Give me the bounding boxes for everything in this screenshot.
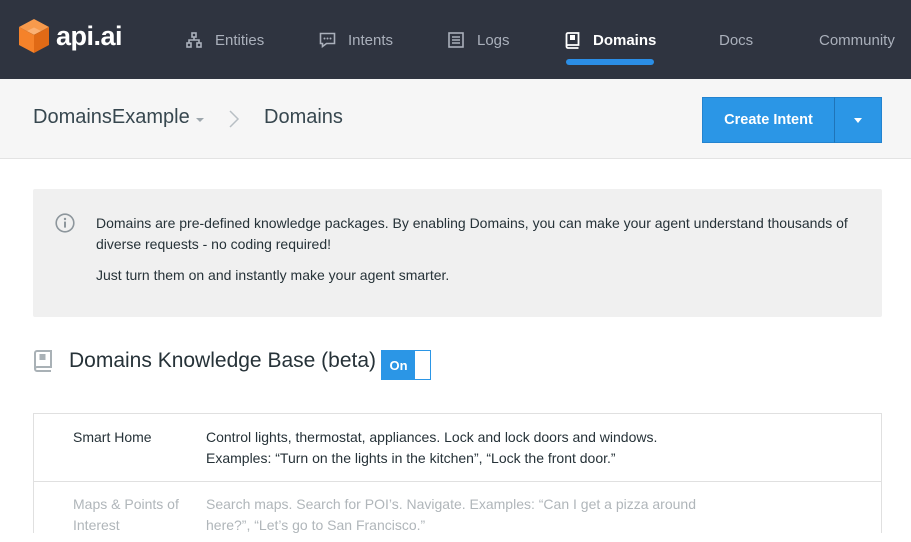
- page-title: Domains: [264, 106, 343, 128]
- active-tab-indicator: [566, 59, 654, 65]
- nav-label-logs: Logs: [477, 31, 510, 49]
- brand-name: api.ai: [56, 20, 123, 51]
- nav-label-entities: Entities: [215, 31, 265, 49]
- top-navbar: api.ai Entities Intents Logs Domains Doc…: [0, 0, 911, 79]
- nav-label-intents: Intents: [348, 31, 394, 49]
- domain-description-line: Control lights, thermostat, appliances. …: [206, 429, 658, 445]
- entities-icon: [185, 31, 203, 49]
- create-intent-dropdown-button[interactable]: [834, 97, 882, 143]
- info-text: Domains are pre-defined knowledge packag…: [96, 215, 848, 252]
- info-subtext: Just turn them on and instantly make you…: [96, 267, 450, 283]
- info-banner: Domains are pre-defined knowledge packag…: [33, 189, 882, 317]
- logs-icon: [447, 31, 465, 49]
- nav-item-logs[interactable]: Logs: [447, 28, 510, 52]
- domain-description: Control lights, thermostat, appliances. …: [206, 427, 846, 469]
- nav-label-community: Community: [819, 31, 895, 49]
- nav-item-docs[interactable]: Docs: [719, 28, 753, 52]
- book-icon: [563, 31, 581, 49]
- table-row[interactable]: Maps & Points of Interest Search maps. S…: [34, 482, 881, 542]
- nav-item-domains[interactable]: Domains: [563, 28, 656, 52]
- domain-description: Search maps. Search for POI’s. Navigate.…: [206, 496, 696, 533]
- cube-logo-icon: [19, 19, 49, 53]
- knowledge-base-toggle[interactable]: On: [381, 350, 431, 380]
- brand-logo[interactable]: api.ai: [18, 18, 123, 54]
- nav-label-domains: Domains: [593, 31, 657, 49]
- agent-selector[interactable]: DomainsExample: [33, 106, 204, 129]
- caret-down-icon: [854, 117, 862, 123]
- knowledge-base-title: Domains Knowledge Base (beta): [69, 349, 377, 372]
- intents-icon: [318, 31, 336, 49]
- nav-item-entities[interactable]: Entities: [185, 28, 264, 52]
- chevron-right-icon: [229, 110, 240, 128]
- domain-name: Smart Home: [73, 429, 152, 445]
- table-row[interactable]: Smart Home Control lights, thermostat, a…: [34, 414, 881, 482]
- domains-table: Smart Home Control lights, thermostat, a…: [33, 413, 882, 533]
- book-icon: [34, 350, 52, 372]
- domain-name: Maps & Points of Interest: [73, 496, 179, 533]
- nav-item-intents[interactable]: Intents: [318, 28, 393, 52]
- info-icon: [55, 213, 75, 233]
- nav-label-docs: Docs: [719, 31, 754, 49]
- toggle-on-label: On: [382, 351, 415, 379]
- caret-down-icon: [195, 117, 204, 122]
- agent-name: DomainsExample: [33, 106, 190, 128]
- domain-examples-line: Examples: “Turn on the lights in the kit…: [206, 450, 616, 466]
- nav-item-community[interactable]: Community: [819, 28, 895, 52]
- create-intent-button[interactable]: Create Intent: [702, 97, 835, 143]
